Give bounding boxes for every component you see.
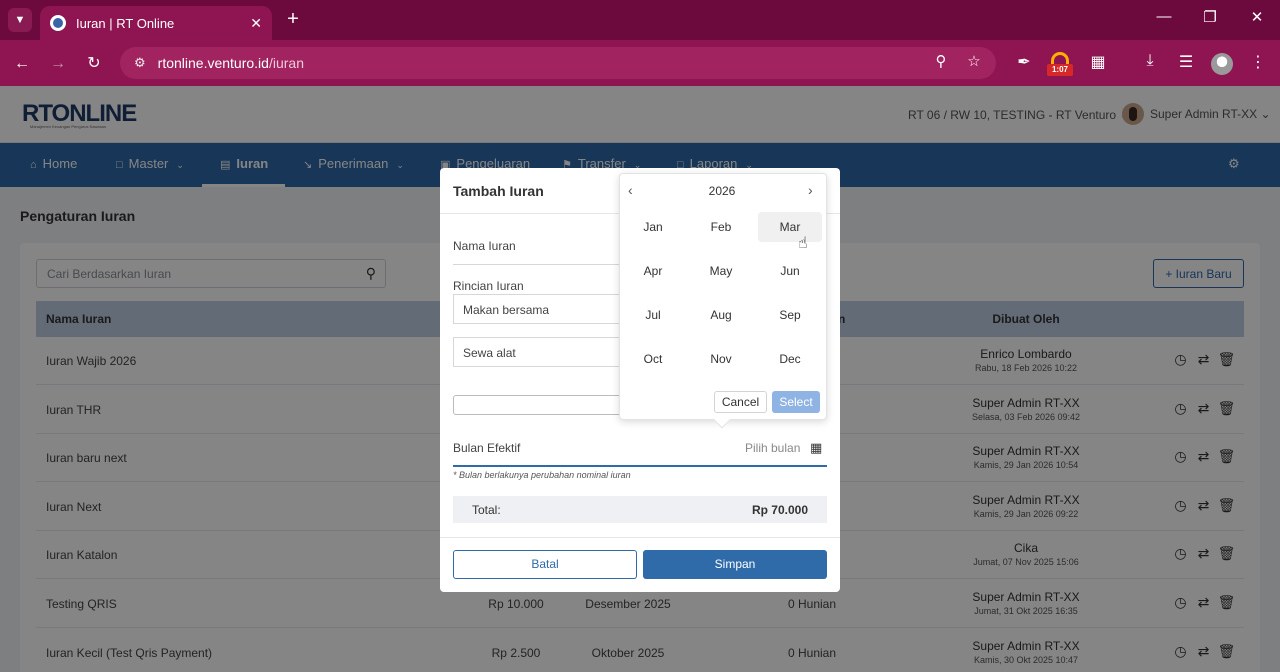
month-option-dec[interactable]: Dec: [758, 344, 822, 374]
extensions-puzzle-icon[interactable]: ▦: [1086, 52, 1110, 72]
mouse-cursor-icon: ☝: [798, 235, 808, 252]
detail-label: Rincian Iuran: [453, 279, 524, 293]
month-option-may[interactable]: May: [689, 256, 753, 286]
month-option-aug[interactable]: Aug: [689, 300, 753, 330]
modal-divider: [440, 537, 840, 538]
month-option-jun[interactable]: Jun: [758, 256, 822, 286]
month-option-mar[interactable]: Mar: [758, 212, 822, 242]
month-option-apr[interactable]: Apr: [621, 256, 685, 286]
restore-icon[interactable]: ❐: [1198, 8, 1222, 26]
back-icon[interactable]: ←: [10, 52, 34, 76]
month-option-sep[interactable]: Sep: [758, 300, 822, 330]
tab-title: Iuran | RT Online: [76, 15, 175, 31]
picker-select-button[interactable]: Select: [772, 391, 820, 413]
total-value: Rp 70.000: [751, 503, 808, 517]
calendar-icon[interactable]: ▦: [810, 440, 822, 456]
site-settings-icon[interactable]: ⚙: [134, 55, 146, 71]
month-option-feb[interactable]: Feb: [689, 212, 753, 242]
save-button[interactable]: Simpan: [643, 550, 827, 579]
url-host: rtonline.venturo.id: [157, 55, 269, 71]
feather-extension-icon[interactable]: ✒: [1012, 52, 1036, 72]
picker-cancel-button[interactable]: Cancel: [714, 391, 767, 413]
media-queue-icon[interactable]: ☰: [1174, 52, 1198, 72]
prev-year-icon[interactable]: ‹: [628, 182, 633, 198]
new-tab-icon[interactable]: +: [282, 8, 304, 30]
url-field[interactable]: ⚙ rtonline.venturo.id/iuran: [120, 47, 996, 79]
profile-avatar-icon[interactable]: [1211, 53, 1233, 75]
browser-menu-icon[interactable]: ⋮: [1246, 52, 1270, 72]
zoom-icon[interactable]: ⚲: [930, 52, 952, 70]
picker-year[interactable]: 2026: [702, 184, 742, 198]
month-picker: [619, 173, 827, 420]
forward-icon[interactable]: →: [46, 52, 70, 76]
effective-month-input[interactable]: Pilih bulan: [745, 441, 800, 455]
tab-list-icon[interactable]: ▼: [8, 8, 32, 32]
total-label: Total:: [472, 503, 501, 517]
cancel-button[interactable]: Batal: [453, 550, 637, 579]
month-option-jul[interactable]: Jul: [621, 300, 685, 330]
modal-title: Tambah Iuran: [453, 183, 544, 199]
effective-note: * Bulan berlakunya perubahan nominal iur…: [453, 470, 631, 480]
total-box: Total: Rp 70.000: [453, 496, 827, 523]
month-option-jan[interactable]: Jan: [621, 212, 685, 242]
favicon-icon: [50, 15, 66, 31]
url-path: /iuran: [268, 55, 304, 71]
window-close-icon[interactable]: ✕: [1245, 8, 1269, 26]
timer-extension-icon[interactable]: 1:07: [1047, 52, 1073, 76]
reload-icon[interactable]: ↻: [82, 52, 106, 76]
name-label: Nama Iuran: [453, 239, 516, 253]
minimize-icon[interactable]: —: [1152, 8, 1176, 25]
browser-tab[interactable]: Iuran | RT Online ✕: [40, 6, 272, 40]
download-icon[interactable]: ⤓: [1138, 52, 1162, 70]
effective-label: Bulan Efektif: [453, 441, 521, 455]
effective-field-underline: [453, 465, 827, 467]
month-option-oct[interactable]: Oct: [621, 344, 685, 374]
next-year-icon[interactable]: ›: [808, 182, 813, 198]
month-option-nov[interactable]: Nov: [689, 344, 753, 374]
bookmark-star-icon[interactable]: ☆: [963, 52, 985, 70]
close-tab-icon[interactable]: ✕: [250, 15, 262, 32]
